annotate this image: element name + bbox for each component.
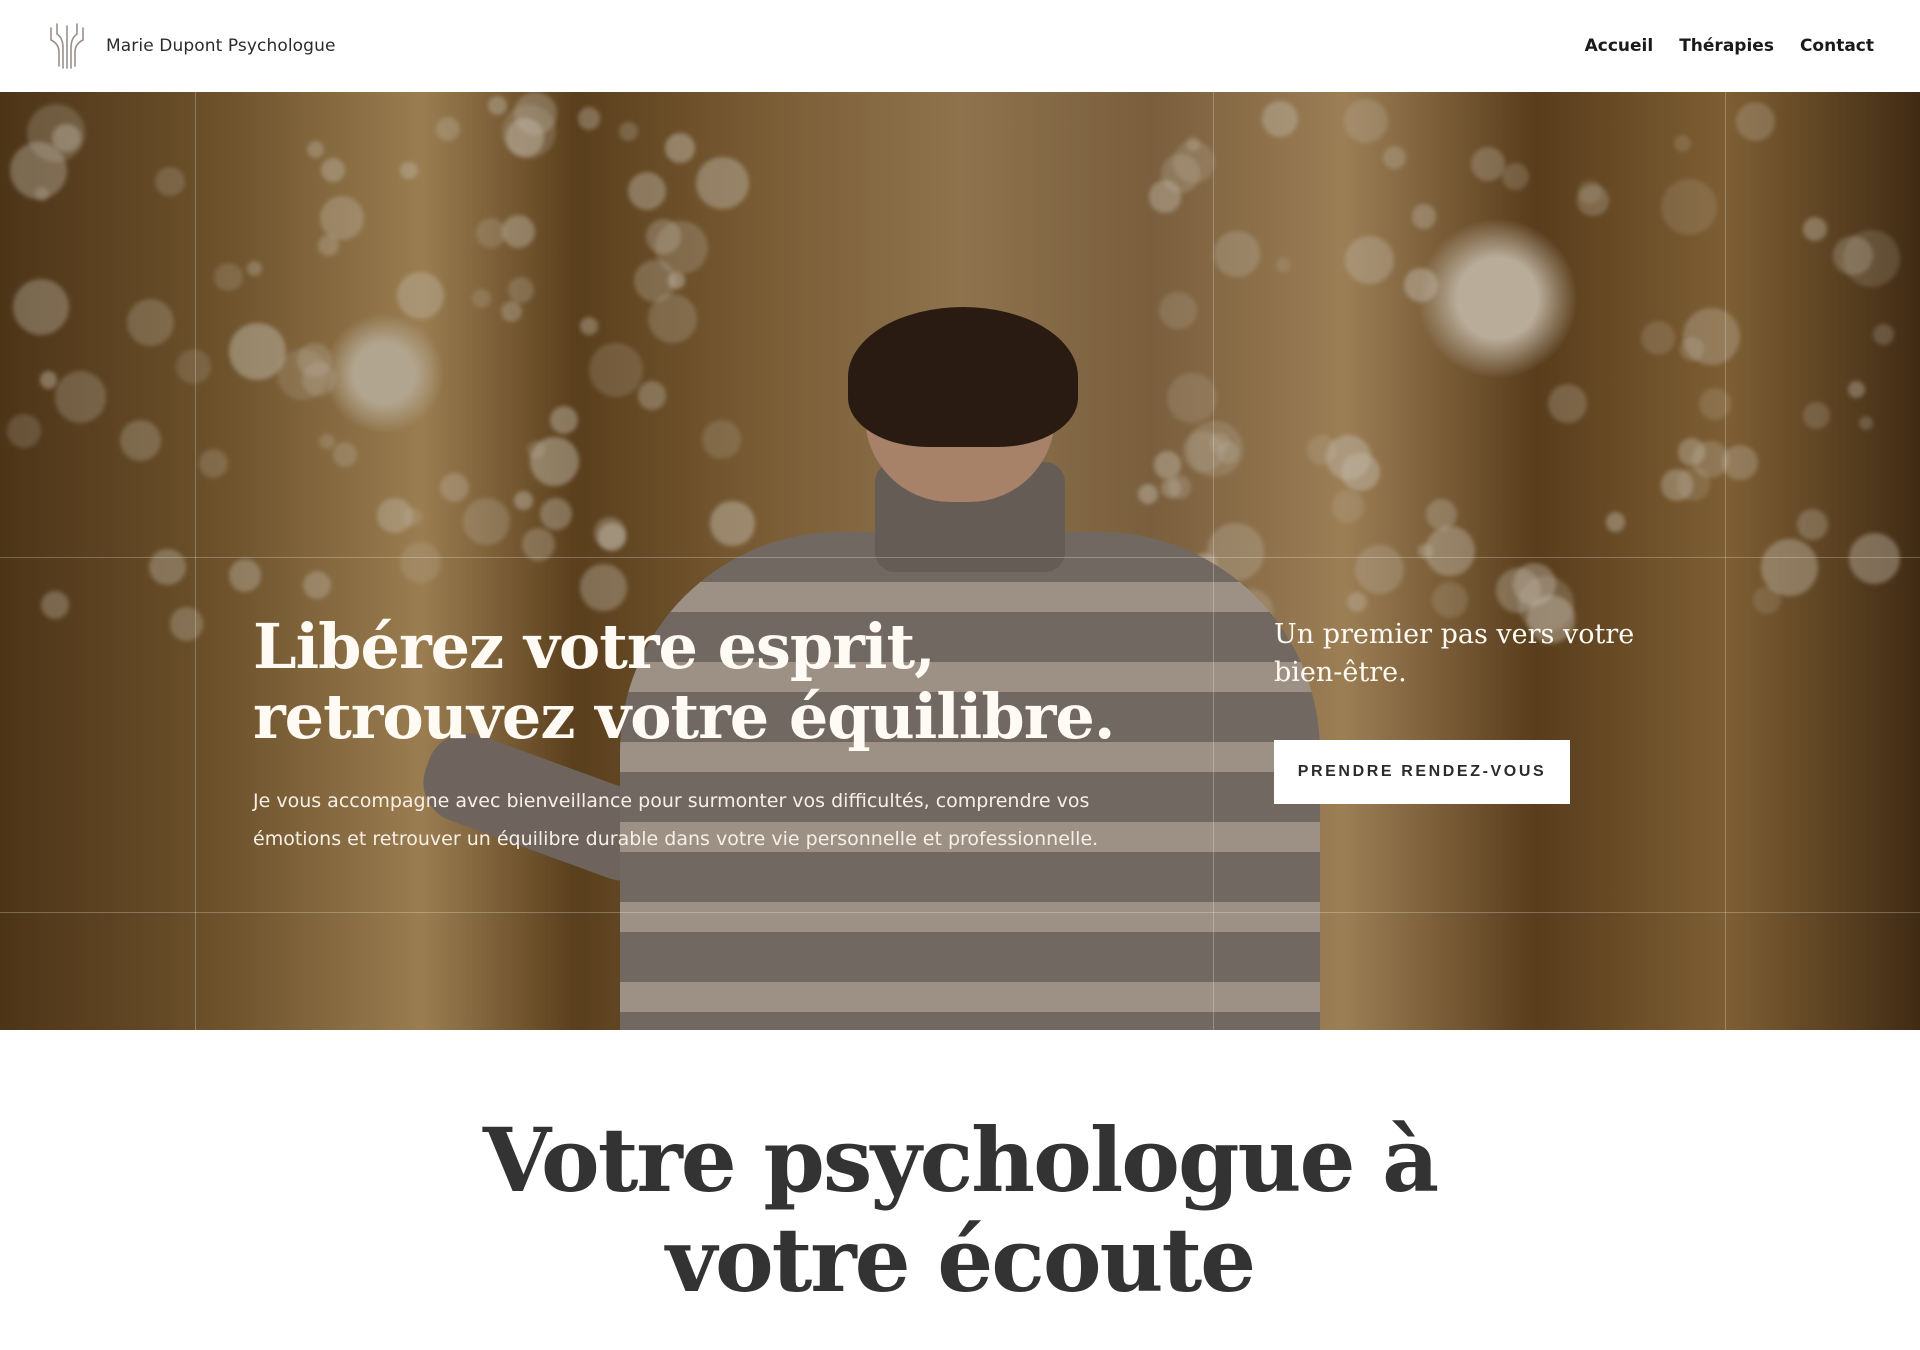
nav-accueil[interactable]: Accueil	[1585, 36, 1654, 56]
main-nav: Accueil Thérapies Contact	[1585, 36, 1874, 56]
grid-line-v1	[195, 92, 196, 1030]
nav-therapies[interactable]: Thérapies	[1679, 36, 1774, 56]
brand[interactable]: Marie Dupont Psychologue	[46, 22, 336, 70]
grid-line-h1	[0, 557, 1920, 558]
hero-overlay	[0, 92, 1920, 1030]
brand-name: Marie Dupont Psychologue	[106, 36, 336, 56]
nav-contact[interactable]: Contact	[1800, 36, 1874, 56]
section-title: Votre psychologue à votre écoute	[482, 1108, 1439, 1312]
hero-section: Libérez votre esprit, retrouvez votre éq…	[0, 92, 1920, 1030]
grid-line-v2	[1213, 92, 1214, 1030]
site-header: Marie Dupont Psychologue Accueil Thérapi…	[0, 0, 1920, 92]
book-appointment-button[interactable]: PRENDRE RENDEZ-VOUS	[1274, 740, 1570, 804]
hero-description: Je vous accompagne avec bienveillance po…	[253, 790, 1099, 850]
grid-line-h2	[0, 912, 1920, 913]
tree-roots-logo-icon	[50, 23, 84, 69]
grid-line-v3	[1725, 92, 1726, 1030]
hero-title: Libérez votre esprit, retrouvez votre éq…	[253, 610, 1115, 753]
hero-side-text: Un premier pas vers votre bien-être.	[1274, 619, 1635, 688]
